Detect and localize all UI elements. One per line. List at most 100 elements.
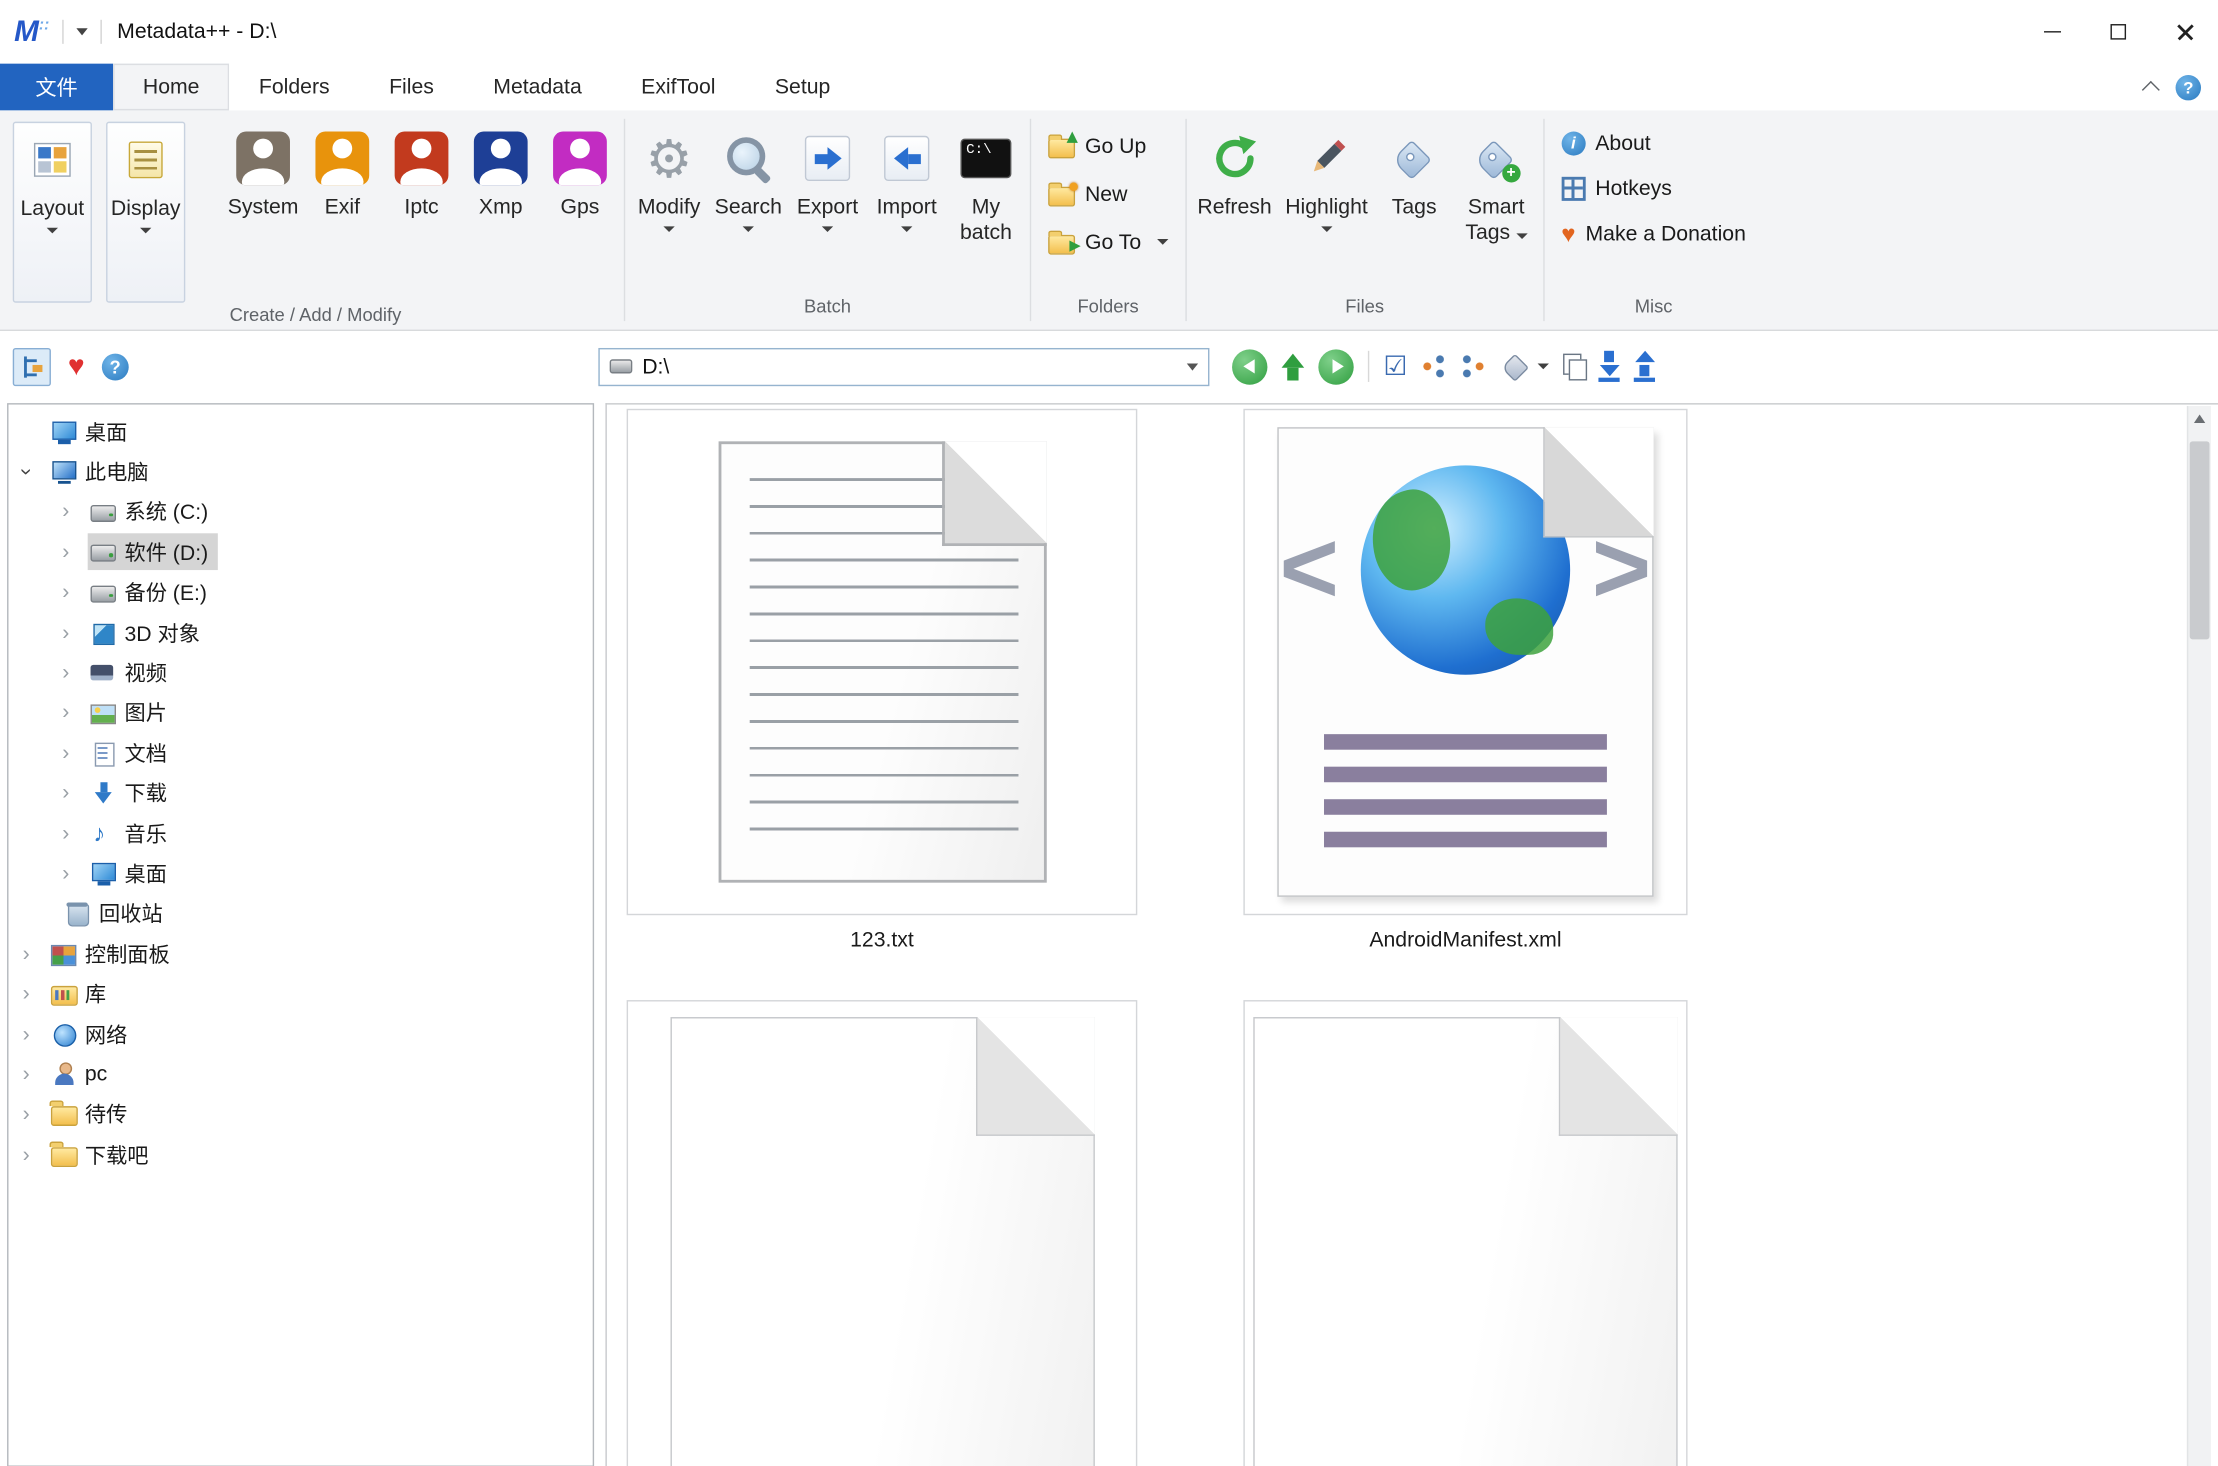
tree-item-drive-d[interactable]: 软件 (D:) — [8, 532, 592, 572]
chevron-down-icon[interactable] — [23, 461, 48, 482]
tags-button[interactable]: Tags — [1376, 122, 1452, 221]
tree-item-desktop[interactable]: 桌面 — [8, 412, 592, 452]
address-bar[interactable] — [598, 347, 1209, 385]
file-card-blank-1[interactable] — [627, 1000, 1138, 1466]
tab-setup[interactable]: Setup — [745, 64, 860, 111]
chevron-right-icon[interactable] — [23, 1064, 48, 1085]
select-checkbox-icon[interactable] — [1383, 353, 1407, 380]
exif-button[interactable]: Exif — [304, 122, 380, 221]
highlight-button[interactable]: Highlight — [1280, 122, 1373, 232]
tree-item-this-pc[interactable]: 此电脑 — [8, 452, 592, 492]
hotkeys-button[interactable]: Hotkeys — [1549, 167, 1685, 209]
import-button[interactable]: Import — [869, 122, 945, 232]
upload-button[interactable] — [1634, 351, 1655, 382]
tree-item-pictures[interactable]: 图片 — [8, 693, 592, 733]
tree-item-documents[interactable]: 文档 — [8, 733, 592, 773]
file-thumbnail[interactable] — [627, 409, 1138, 915]
scrollbar-up-button[interactable] — [2188, 406, 2211, 431]
tree-item-network[interactable]: 网络 — [8, 1014, 592, 1054]
help-icon[interactable] — [2176, 74, 2201, 99]
tab-metadata[interactable]: Metadata — [464, 64, 612, 111]
quick-access-dropdown-icon[interactable] — [76, 28, 87, 35]
up-button[interactable] — [1282, 353, 1305, 380]
smart-tags-button[interactable]: Smart Tags — [1455, 122, 1537, 246]
tree-item-xiazaiba[interactable]: 下载吧 — [8, 1135, 592, 1175]
iptc-button[interactable]: Iptc — [383, 122, 459, 221]
tree-item-videos[interactable]: 视频 — [8, 653, 592, 693]
close-button[interactable] — [2152, 0, 2218, 64]
tab-files[interactable]: Files — [359, 64, 463, 111]
tree-item-downloads[interactable]: 下载 — [8, 773, 592, 813]
tag-filter-button[interactable] — [1501, 351, 1549, 382]
vertical-scrollbar[interactable] — [2187, 406, 2211, 1466]
search-button[interactable]: Search — [710, 122, 786, 232]
file-card-blank-2[interactable] — [1243, 1000, 1687, 1466]
modify-button[interactable]: Modify — [631, 122, 707, 232]
download-button[interactable] — [1598, 351, 1619, 382]
app-logo-icon[interactable]: M:: — [14, 17, 49, 47]
tree-item-pc[interactable]: pc — [8, 1054, 592, 1094]
collapse-ribbon-icon[interactable] — [2142, 81, 2160, 99]
address-dropdown-icon[interactable] — [1187, 363, 1198, 370]
chevron-right-icon[interactable] — [62, 742, 87, 763]
tree-options-button[interactable] — [13, 347, 51, 385]
back-button[interactable] — [1232, 349, 1267, 384]
tree-item-control-panel[interactable]: 控制面板 — [8, 934, 592, 974]
tree-item-music[interactable]: 音乐 — [8, 813, 592, 853]
node-view-alt-icon[interactable] — [1461, 354, 1486, 379]
chevron-right-icon[interactable] — [23, 1144, 48, 1165]
export-button[interactable]: Export — [789, 122, 865, 232]
tree-item-3d-objects[interactable]: 3D 对象 — [8, 612, 592, 652]
search-icon — [724, 134, 772, 182]
tree-item-recycle-bin[interactable]: 回收站 — [8, 894, 592, 934]
tree-item-libraries[interactable]: 库 — [8, 974, 592, 1014]
refresh-button[interactable]: Refresh — [1192, 122, 1277, 221]
donation-button[interactable]: Make a Donation — [1549, 212, 1759, 254]
chevron-right-icon[interactable] — [62, 823, 87, 844]
chevron-right-icon[interactable] — [62, 702, 87, 723]
file-thumbnail[interactable] — [627, 1000, 1138, 1466]
gps-button[interactable]: Gps — [542, 122, 618, 221]
chevron-right-icon[interactable] — [23, 943, 48, 964]
tab-exiftool[interactable]: ExifTool — [611, 64, 745, 111]
go-to-button[interactable]: Go To — [1035, 221, 1180, 263]
chevron-right-icon[interactable] — [62, 501, 87, 522]
chevron-right-icon[interactable] — [62, 542, 87, 563]
panel-help-icon[interactable] — [102, 353, 129, 380]
about-button[interactable]: About — [1549, 122, 1664, 164]
chevron-right-icon[interactable] — [23, 1023, 48, 1044]
scrollbar-thumb[interactable] — [2190, 441, 2210, 639]
maximize-button[interactable] — [2085, 0, 2151, 64]
file-card-androidmanifest-xml[interactable]: AndroidManifest.xml — [1243, 409, 1687, 952]
chevron-right-icon[interactable] — [62, 662, 87, 683]
chevron-right-icon[interactable] — [23, 1104, 48, 1125]
tree-item-daichuan[interactable]: 待传 — [8, 1094, 592, 1134]
go-up-button[interactable]: Go Up — [1035, 124, 1159, 166]
copy-icon[interactable] — [1563, 354, 1584, 379]
tree-item-drive-e[interactable]: 备份 (E:) — [8, 572, 592, 612]
file-thumbnail[interactable] — [1243, 1000, 1687, 1466]
favorites-heart-icon[interactable] — [68, 352, 85, 380]
chevron-right-icon[interactable] — [62, 863, 87, 884]
chevron-right-icon[interactable] — [62, 622, 87, 643]
chevron-right-icon[interactable] — [62, 783, 87, 804]
layout-button[interactable]: Layout — [13, 122, 92, 303]
chevron-right-icon[interactable] — [62, 582, 87, 603]
tab-file[interactable]: 文件 — [0, 64, 113, 111]
system-button[interactable]: System — [225, 122, 301, 221]
tab-folders[interactable]: Folders — [229, 64, 359, 111]
my-batch-button[interactable]: My batch — [948, 122, 1024, 246]
file-card-123-txt[interactable]: 123.txt — [627, 409, 1138, 952]
xmp-button[interactable]: Xmp — [463, 122, 539, 221]
tree-item-desktop-sub[interactable]: 桌面 — [8, 853, 592, 893]
address-input[interactable] — [642, 354, 1177, 378]
node-view-icon[interactable] — [1422, 354, 1447, 379]
tab-home[interactable]: Home — [113, 64, 229, 111]
tree-item-drive-c[interactable]: 系统 (C:) — [8, 492, 592, 532]
display-button[interactable]: Display — [106, 122, 185, 303]
minimize-button[interactable] — [2019, 0, 2085, 64]
file-thumbnail[interactable] — [1243, 409, 1687, 915]
chevron-right-icon[interactable] — [23, 983, 48, 1004]
new-folder-button[interactable]: New — [1035, 173, 1140, 215]
forward-button[interactable] — [1318, 349, 1353, 384]
